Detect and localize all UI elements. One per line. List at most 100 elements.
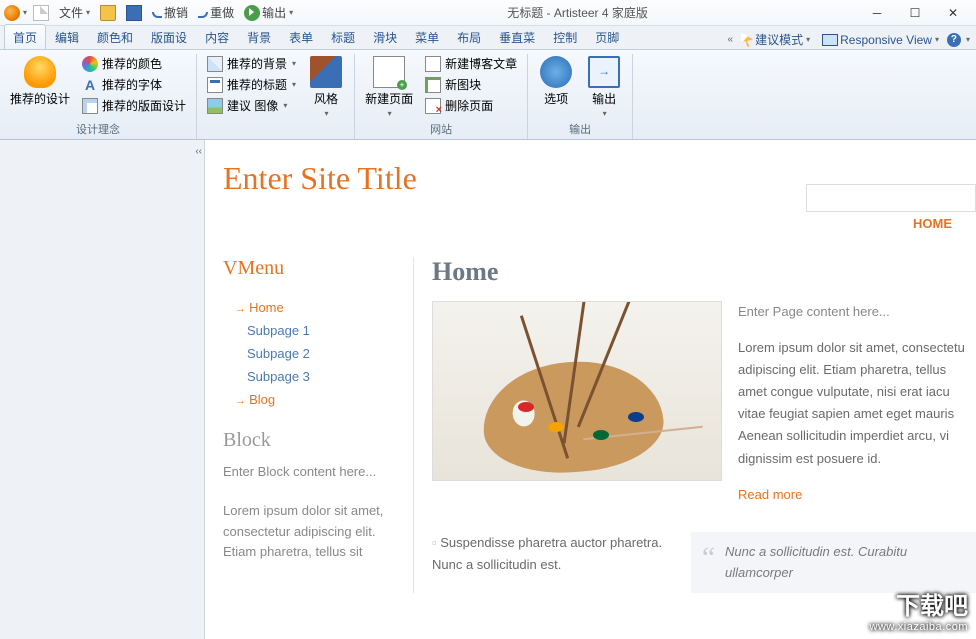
header-icon — [207, 77, 223, 93]
workspace: ‹‹ Enter Site Title HOME VMenu Home Subp… — [0, 140, 976, 639]
tab-header[interactable]: 标题 — [322, 24, 364, 49]
block-icon — [425, 77, 441, 93]
article-text: Enter Page content here... Lorem ipsum d… — [738, 301, 976, 506]
vmenu-sub1[interactable]: Subpage 1 — [223, 319, 397, 342]
top-nav: HOME — [223, 215, 976, 233]
tab-edit[interactable]: 编辑 — [46, 24, 88, 49]
nav-home-link[interactable]: HOME — [913, 216, 952, 231]
vmenu-sub2[interactable]: Subpage 2 — [223, 342, 397, 365]
responsive-view-button[interactable]: Responsive View▾ — [818, 31, 943, 49]
new-file-icon — [33, 5, 49, 21]
suggested-bg-button[interactable]: 推荐的背景▾ — [203, 54, 300, 73]
suggested-fonts-button[interactable]: A推荐的字体 — [78, 75, 190, 94]
options-button[interactable]: 选项 — [534, 54, 578, 109]
cursor-icon — [741, 33, 753, 47]
tab-sheet[interactable]: 表单 — [280, 24, 322, 49]
save-icon — [126, 5, 142, 21]
style-button[interactable]: 风格▾ — [304, 54, 348, 120]
suggested-design-button[interactable]: 推荐的设计 — [6, 54, 74, 109]
bullet-item: Suspendisse pharetra auctor pharetra. Nu… — [432, 532, 671, 576]
app-icon — [4, 5, 20, 21]
read-more-link[interactable]: Read more — [738, 484, 802, 506]
suggested-image-button[interactable]: 建议 图像▾ — [203, 96, 300, 115]
close-button[interactable]: ✕ — [934, 2, 972, 24]
tab-background[interactable]: 背景 — [238, 24, 280, 49]
globe-icon — [540, 56, 572, 88]
design-canvas[interactable]: Enter Site Title HOME VMenu Home Subpage… — [205, 140, 976, 639]
new-blog-post-button[interactable]: 新建博客文章 — [421, 54, 521, 73]
article-image[interactable] — [432, 301, 722, 481]
new-page-button[interactable]: + 新建页面▾ — [361, 54, 417, 120]
redo-button[interactable]: 重做 — [194, 3, 238, 22]
expand-handle[interactable]: ‹‹ — [195, 146, 202, 157]
vmenu-home[interactable]: Home — [223, 296, 397, 319]
help-button[interactable]: ? — [947, 33, 961, 47]
undo-icon — [152, 12, 162, 18]
delete-page-button[interactable]: 删除页面 — [421, 96, 521, 115]
file-menu-button[interactable]: 文件▾ — [55, 3, 94, 22]
left-panel-collapsed: ‹‹ — [0, 140, 205, 639]
paint-dab — [548, 422, 564, 432]
bulb-icon — [24, 56, 56, 88]
background-icon — [207, 56, 223, 72]
suggested-layout-button[interactable]: 推荐的版面设计 — [78, 96, 190, 115]
vmenu-blog[interactable]: Blog — [223, 388, 397, 411]
paint-dab — [628, 412, 644, 422]
paint-dab — [518, 402, 534, 412]
font-icon: A — [82, 77, 98, 93]
tab-colors[interactable]: 颜色和 — [88, 24, 142, 49]
ribbon-group-style: 推荐的背景▾ 推荐的标题▾ 建议 图像▾ 风格▾ — [197, 54, 355, 139]
tab-content[interactable]: 内容 — [196, 24, 238, 49]
layout-icon — [82, 98, 98, 114]
ribbon-group-design: 推荐的设计 推荐的颜色 A推荐的字体 推荐的版面设计 设计理念 — [0, 54, 197, 139]
group-label-design: 设计理念 — [6, 121, 190, 139]
block-heading: Block — [223, 429, 397, 452]
group-label-style — [203, 125, 348, 139]
tab-layout2[interactable]: 布局 — [448, 24, 490, 49]
ribbon-body: 推荐的设计 推荐的颜色 A推荐的字体 推荐的版面设计 设计理念 推荐的背景▾ 推… — [0, 50, 976, 140]
image-icon — [207, 98, 223, 114]
delete-page-icon — [425, 98, 441, 114]
window-title: 无标题 - Artisteer 4 家庭版 — [297, 4, 858, 21]
ribbon-group-output: 选项 输出▾ 输出 — [528, 54, 633, 139]
tab-menu[interactable]: 菜单 — [406, 24, 448, 49]
open-button[interactable] — [96, 4, 120, 22]
tab-controls[interactable]: 控制 — [544, 24, 586, 49]
new-file-button[interactable] — [29, 4, 53, 22]
tab-overflow-button[interactable]: « — [728, 34, 734, 45]
tab-slider[interactable]: 滑块 — [364, 24, 406, 49]
open-icon — [100, 5, 116, 21]
ribbon-group-website: + 新建页面▾ 新建博客文章 新图块 删除页面 网站 — [355, 54, 528, 139]
article-lorem: Lorem ipsum dolor sit amet, consectetu a… — [738, 337, 976, 470]
content-area: VMenu Home Subpage 1 Subpage 2 Subpage 3… — [223, 257, 976, 593]
suggested-colors-button[interactable]: 推荐的颜色 — [78, 54, 190, 73]
search-input[interactable] — [806, 184, 976, 212]
output-button[interactable]: 输出▾ — [582, 54, 626, 120]
article: Enter Page content here... Lorem ipsum d… — [432, 301, 976, 506]
tab-layout[interactable]: 版面设 — [142, 24, 196, 49]
tab-home[interactable]: 首页 — [4, 24, 46, 49]
article-bottom-row: Suspendisse pharetra auctor pharetra. Nu… — [432, 532, 976, 594]
vmenu-sub3[interactable]: Subpage 3 — [223, 365, 397, 388]
minimize-button[interactable]: ─ — [858, 2, 896, 24]
brush-icon — [310, 56, 342, 88]
page-content-placeholder[interactable]: Enter Page content here... — [738, 301, 976, 323]
paint-dab — [593, 430, 609, 440]
suggested-header-button[interactable]: 推荐的标题▾ — [203, 75, 300, 94]
page-sidebar: VMenu Home Subpage 1 Subpage 2 Subpage 3… — [223, 257, 413, 593]
redo-icon — [198, 12, 208, 18]
bullet-list: Suspendisse pharetra auctor pharetra. Nu… — [432, 532, 671, 594]
suggest-mode-button[interactable]: 建议模式▾ — [737, 29, 814, 50]
undo-button[interactable]: 撤销 — [148, 3, 192, 22]
blog-icon — [425, 56, 441, 72]
export-button[interactable]: 输出▾ — [240, 3, 297, 22]
new-block-button[interactable]: 新图块 — [421, 75, 521, 94]
ribbon-tabs: 首页 编辑 颜色和 版面设 内容 背景 表单 标题 滑块 菜单 布局 垂直菜 控… — [0, 26, 976, 50]
palette-icon — [82, 56, 98, 72]
maximize-button[interactable]: ☐ — [896, 2, 934, 24]
tab-vmenu[interactable]: 垂直菜 — [490, 24, 544, 49]
tab-footer[interactable]: 页脚 — [586, 24, 628, 49]
save-button[interactable] — [122, 4, 146, 22]
app-menu-dropdown[interactable]: ▾ — [23, 8, 27, 17]
block-placeholder[interactable]: Enter Block content here... — [223, 462, 397, 483]
